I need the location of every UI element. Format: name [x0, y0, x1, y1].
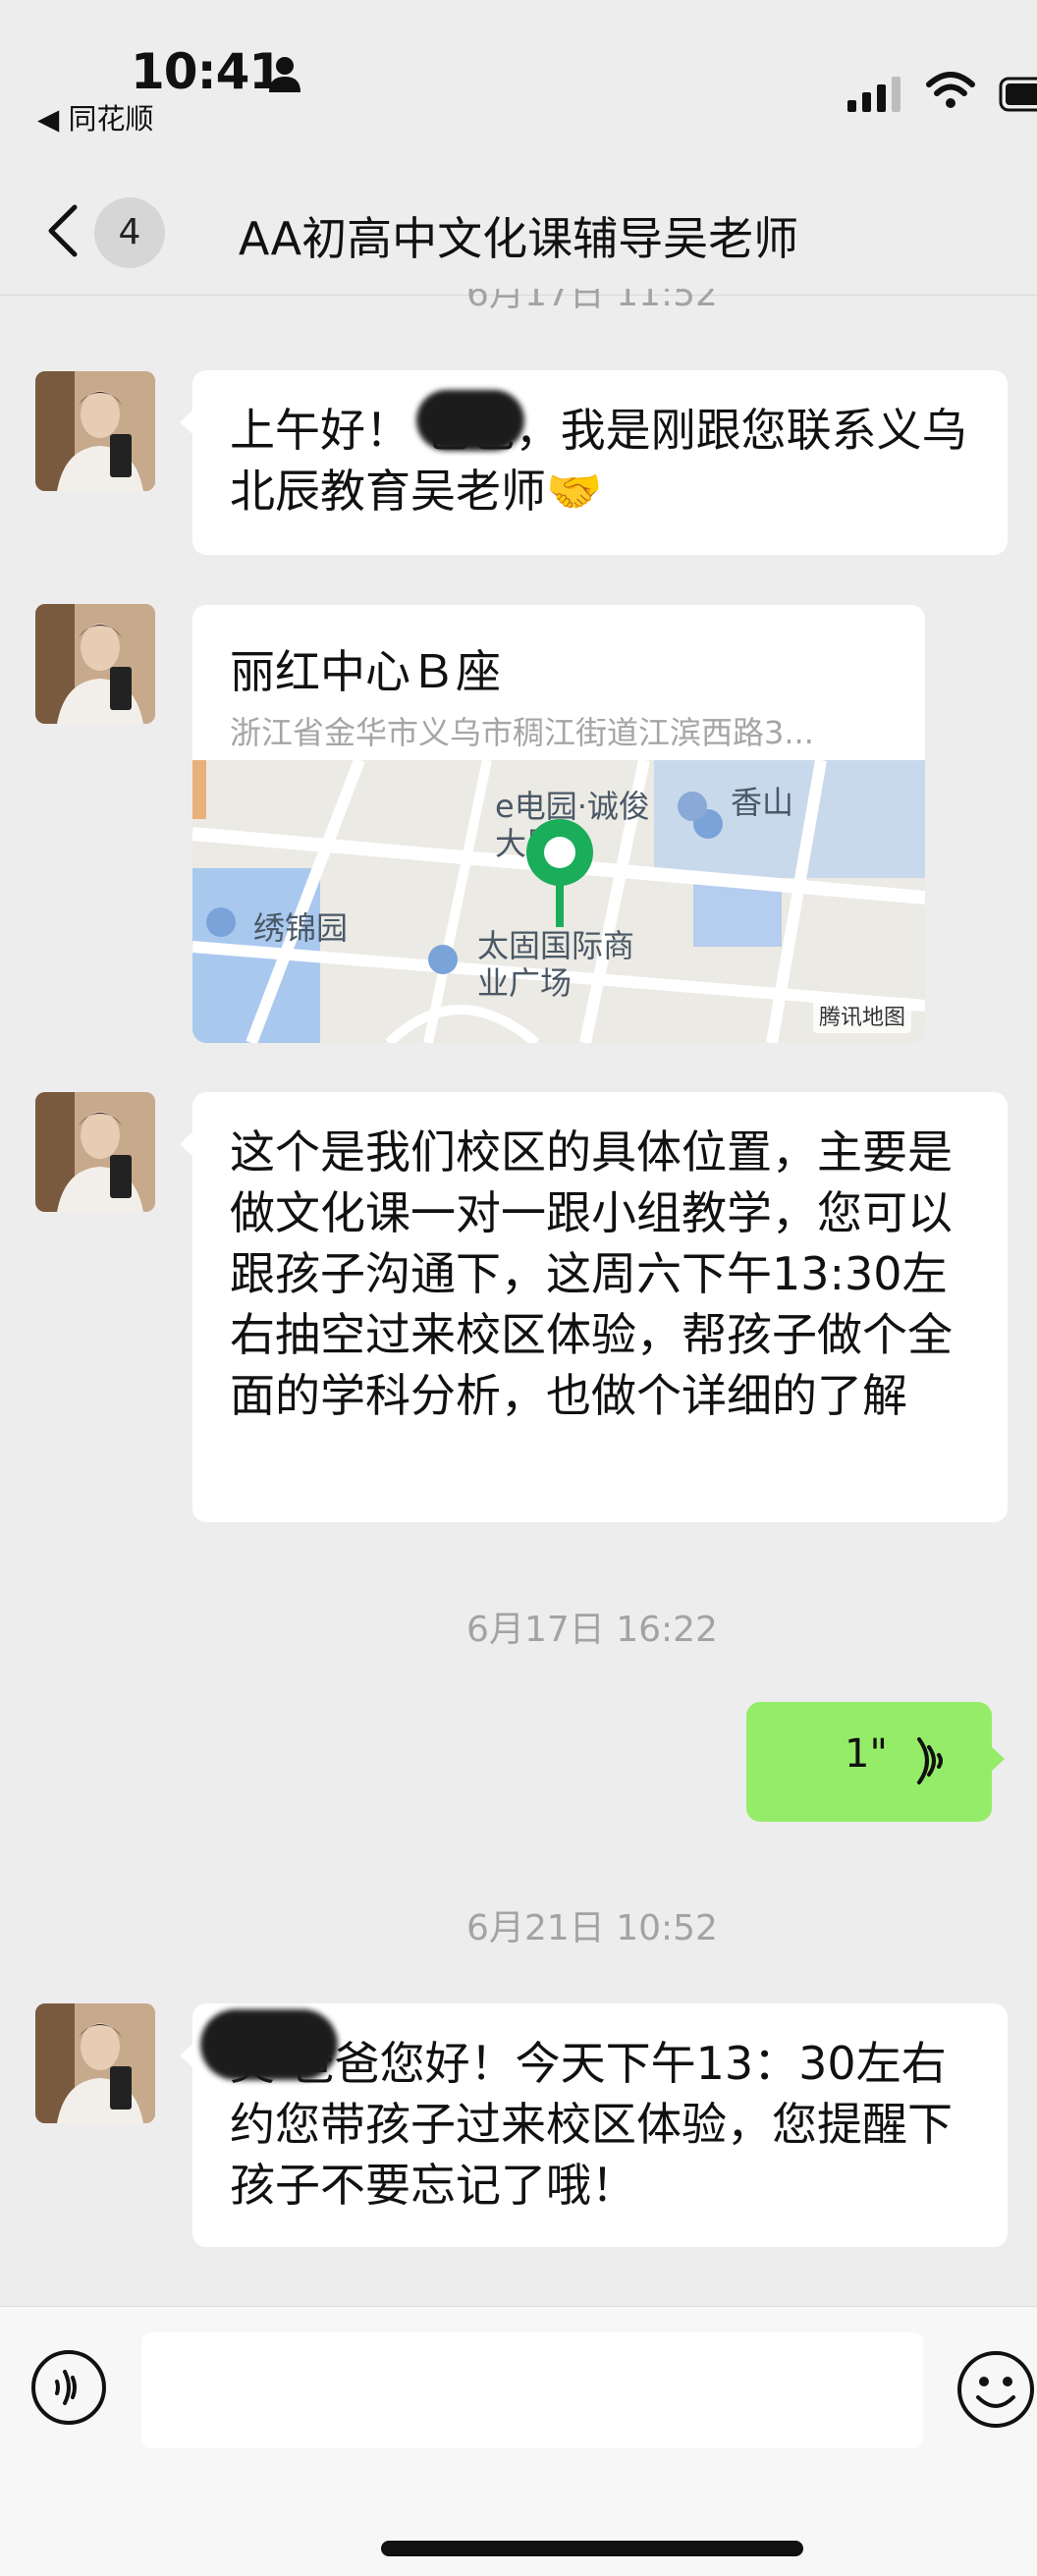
- status-time: 10:41: [131, 43, 283, 100]
- message-text: 奕 爸爸您好！今天下午13：30左右约您带孩子过来校区体验，您提醒下孩子不要忘记…: [230, 2037, 953, 2212]
- message-bubble[interactable]: 这个是我们校区的具体位置，主要是做文化课一对一跟小组教学，您可以跟孩子沟通下，这…: [180, 1092, 1008, 1522]
- location-name: 丽红中心Ｂ座: [230, 645, 501, 698]
- map-label-text: 太固国际商业广场: [477, 927, 635, 1002]
- voice-wave-icon: [917, 1737, 943, 1784]
- message-bubble[interactable]: 上午好！ 爸爸，我是刚跟您联系义乌北辰教育吴老师🤝: [180, 370, 1008, 555]
- avatar[interactable]: [35, 2003, 155, 2123]
- avatar-photo: [35, 2003, 155, 2123]
- map-label: 香山: [731, 784, 794, 821]
- location-map[interactable]: 香山 e电园·诚俊大厦 绣锦园 太固国际商业广场 腾讯地图: [192, 760, 925, 1043]
- map-label: 绣锦园: [253, 909, 349, 947]
- message-input[interactable]: [141, 2332, 923, 2448]
- message-text: 上午好！ 爸爸，我是刚跟您联系义乌北辰教育吴老师🤝: [230, 404, 967, 518]
- location-address: 浙江省金华市义乌市稠江街道江滨西路3...: [230, 714, 814, 751]
- voice-message-bubble[interactable]: 1": [746, 1702, 1005, 1822]
- timestamp: 6月17日 16:22: [466, 1610, 718, 1650]
- signal-icon: [847, 77, 901, 112]
- chat-header: 4 AA初高中文化课辅导吴老师: [0, 162, 1037, 295]
- poi-icon: [206, 907, 236, 937]
- poi-icon: [678, 792, 707, 821]
- map-pin-icon: [526, 819, 593, 927]
- timestamp: 6月21日 10:52: [466, 1908, 718, 1948]
- avatar[interactable]: [35, 1092, 155, 1212]
- avatar-photo: [35, 371, 155, 491]
- back-to-app-link[interactable]: ◀ 同花顺: [37, 96, 154, 137]
- location-card[interactable]: 丽红中心Ｂ座 浙江省金华市义乌市稠江街道江滨西路3... 香山 e电园·诚俊大厦…: [192, 605, 925, 1043]
- person-icon: [269, 57, 300, 92]
- voice-duration: 1": [845, 1731, 888, 1777]
- poi-icon: [428, 945, 458, 974]
- message-text: 这个是我们校区的具体位置，主要是做文化课一对一跟小组教学，您可以跟孩子沟通下，这…: [230, 1125, 953, 1422]
- voice-input-icon[interactable]: [29, 2348, 108, 2427]
- home-indicator[interactable]: [381, 2541, 803, 2556]
- avatar[interactable]: [35, 604, 155, 724]
- input-bar: [0, 2306, 1037, 2576]
- battery-icon: [999, 77, 1037, 112]
- wifi-icon: [926, 72, 975, 108]
- avatar-photo: [35, 1092, 155, 1212]
- redaction-mark: [416, 390, 524, 451]
- avatar-photo: [35, 604, 155, 724]
- message-bubble[interactable]: 奕 爸爸您好！今天下午13：30左右约您带孩子过来校区体验，您提醒下孩子不要忘记…: [180, 2003, 1008, 2247]
- avatar[interactable]: [35, 371, 155, 491]
- chat-title: AA初高中文化课辅导吴老师: [238, 212, 799, 265]
- status-bar: 10:41 ◀ 同花顺: [0, 0, 1037, 147]
- emoji-icon[interactable]: [955, 2348, 1037, 2431]
- map-label: 太固国际商业广场: [477, 927, 634, 1002]
- map-credit: 腾讯地图: [812, 998, 911, 1033]
- redaction-mark: [200, 2009, 338, 2080]
